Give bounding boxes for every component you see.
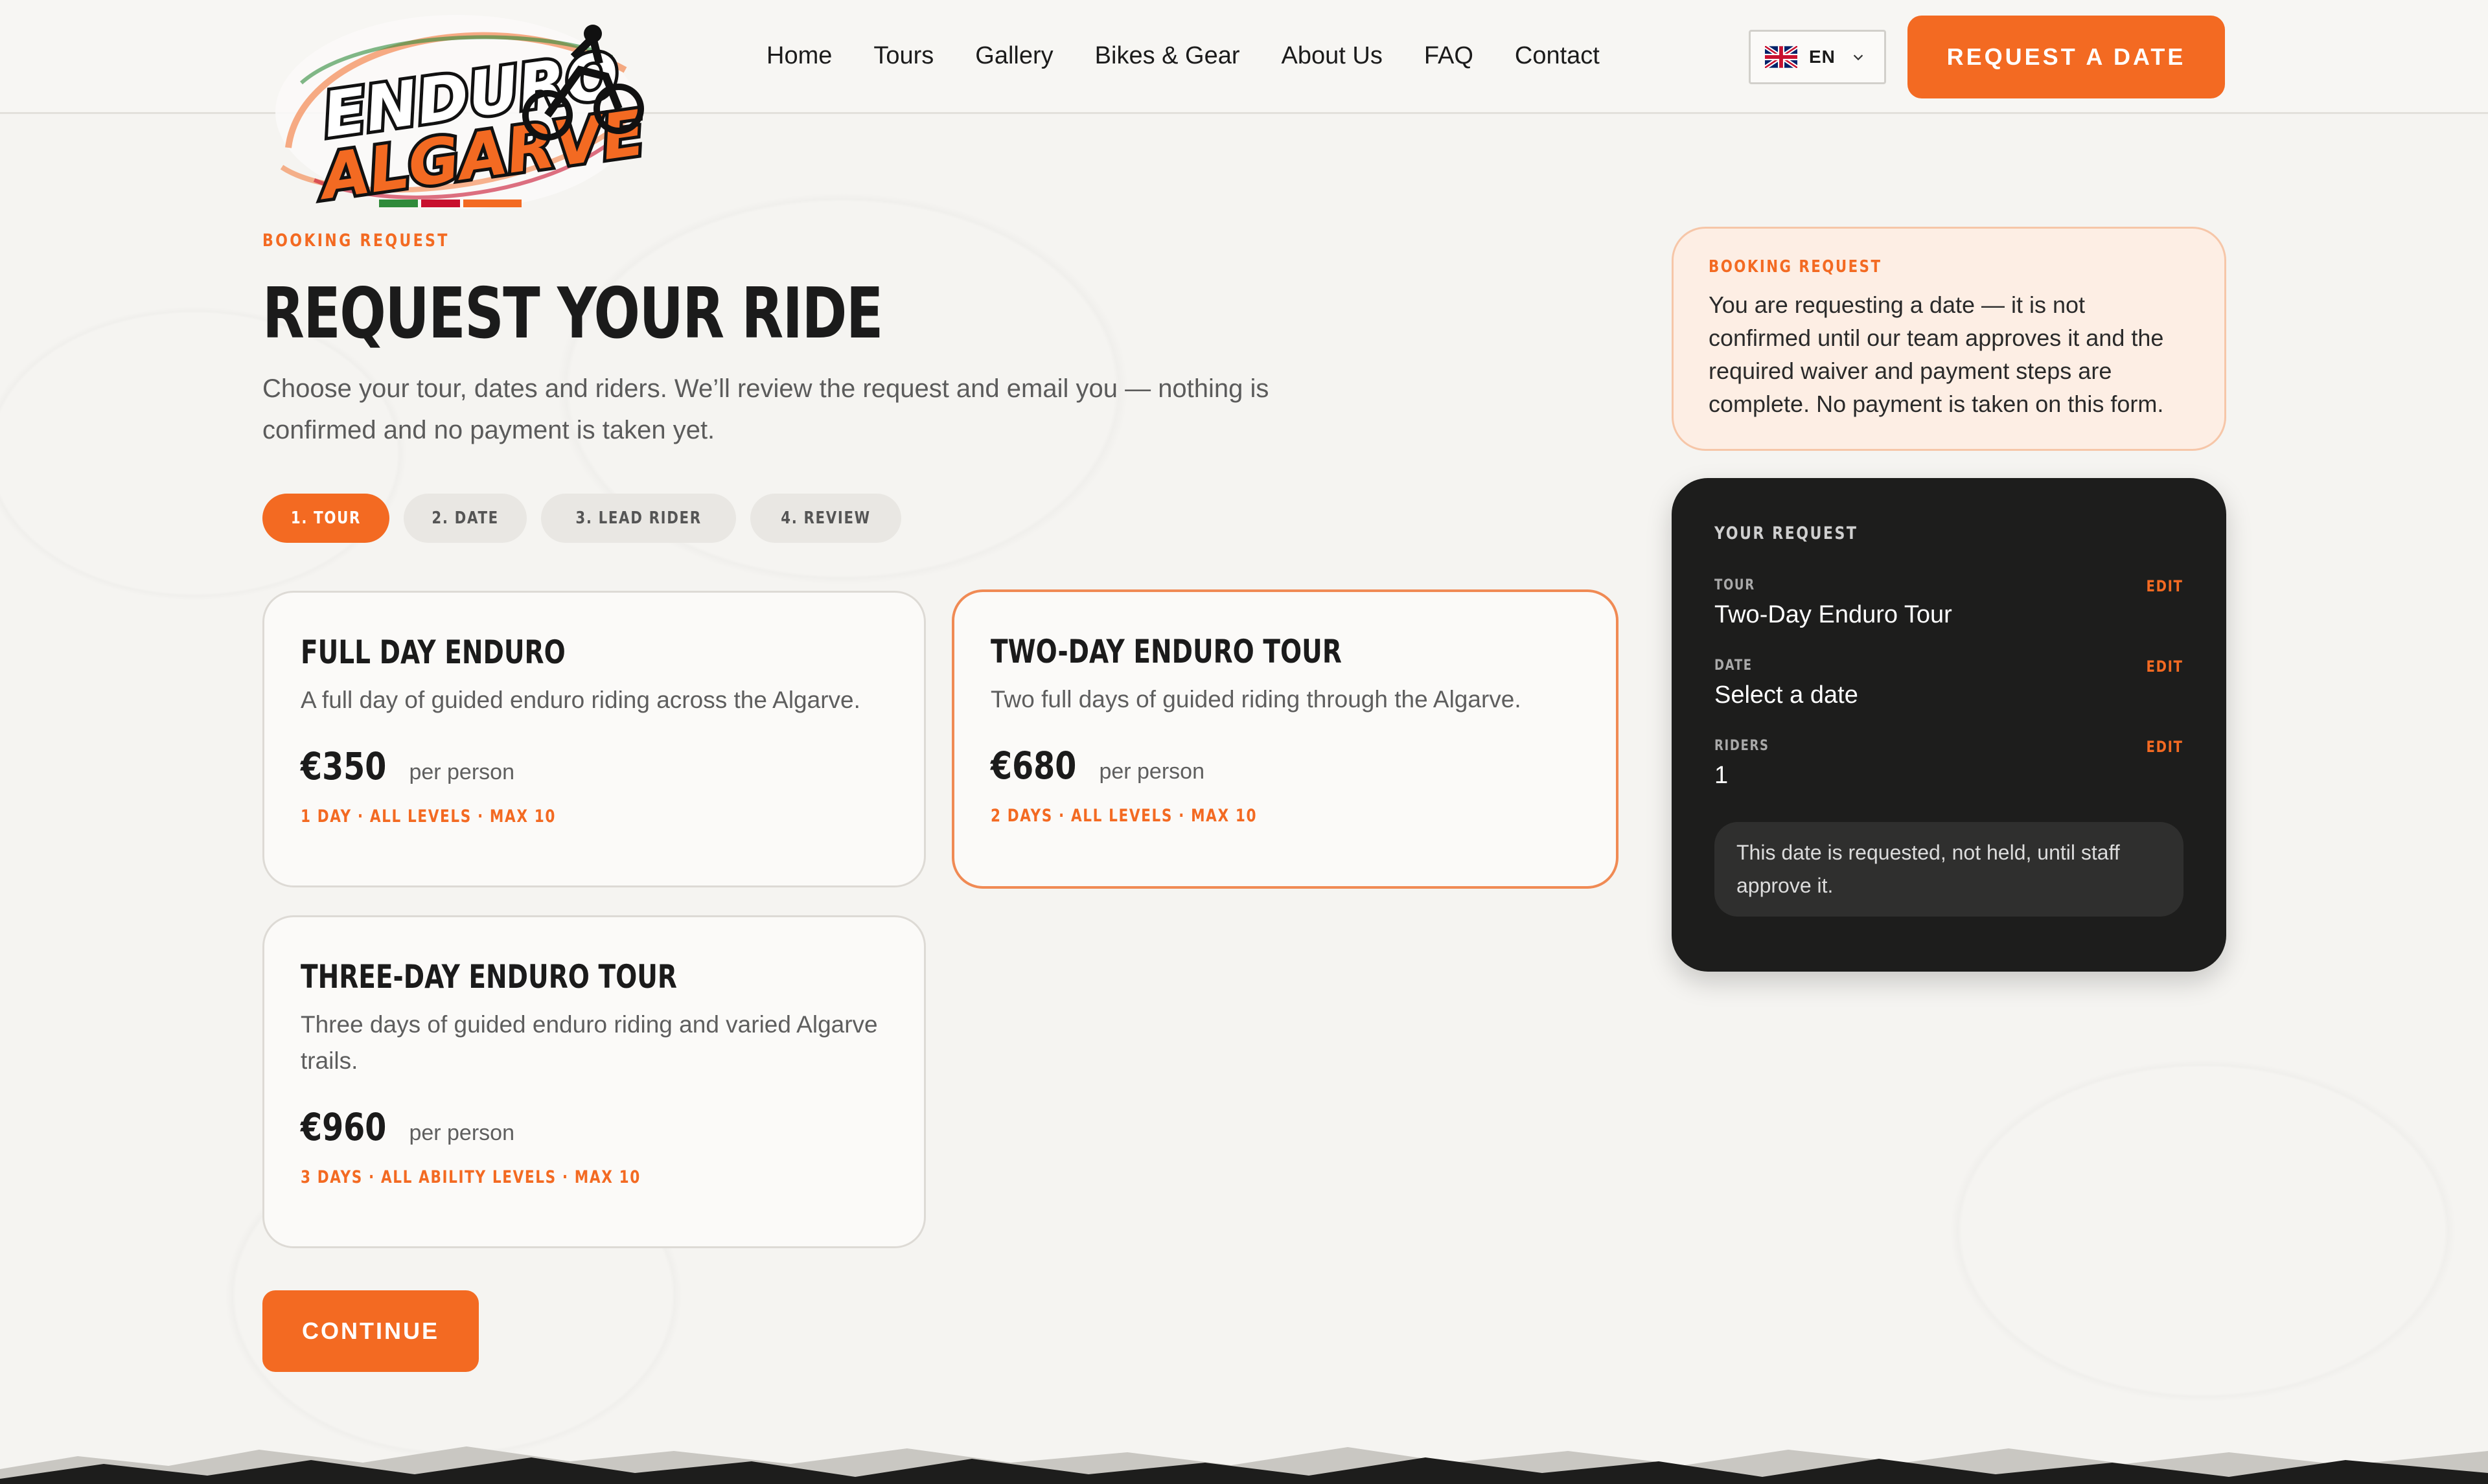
tour-card-three-day[interactable]: THREE-DAY ENDURO TOUR Three days of guid… xyxy=(262,915,926,1248)
step-tabs: 1. TOUR 2. DATE 3. LEAD RIDER 4. REVIEW xyxy=(262,494,902,543)
nav-about-us[interactable]: About Us xyxy=(1282,39,1383,73)
continue-button[interactable]: CONTINUE xyxy=(262,1290,479,1372)
tour-meta: 2 DAYS · ALL LEVELS · MAX 10 xyxy=(991,806,1258,826)
nav-bikes-gear[interactable]: Bikes & Gear xyxy=(1095,39,1240,73)
tour-description: Two full days of guided riding through t… xyxy=(991,686,1521,713)
page-title: REQUEST YOUR RIDE xyxy=(262,273,883,354)
chevron-down-icon xyxy=(1853,54,1863,61)
step-review[interactable]: 4. REVIEW xyxy=(750,494,902,543)
request-a-date-button[interactable]: REQUEST A DATE xyxy=(1907,16,2225,98)
step-tour[interactable]: 1. TOUR xyxy=(262,494,389,543)
nav-gallery[interactable]: Gallery xyxy=(975,39,1053,73)
enduro-algarve-logo[interactable]: ENDURO ALGARVE xyxy=(262,5,645,219)
tour-card-two-day[interactable]: TWO-DAY ENDURO TOUR Two full days of gui… xyxy=(952,589,1618,889)
nav-contact[interactable]: Contact xyxy=(1515,39,1600,73)
summary-note: This date is requested, not held, until … xyxy=(1714,822,2183,917)
uk-flag-icon xyxy=(1765,46,1797,68)
summary-row-date: DATE Select a date EDIT xyxy=(1714,657,2183,709)
price-row: €680 per person xyxy=(991,744,1580,788)
tour-description: Three days of guided enduro riding and v… xyxy=(301,1011,878,1074)
summary-value: Select a date xyxy=(1714,681,1858,709)
edit-tour-button[interactable]: EDIT xyxy=(2147,577,2183,595)
price-unit: per person xyxy=(409,760,514,784)
summary-row-riders: RIDERS 1 EDIT xyxy=(1714,738,2183,790)
tour-description: A full day of guided enduro riding acros… xyxy=(301,687,860,713)
booking-eyebrow: BOOKING REQUEST xyxy=(262,231,450,251)
language-selector[interactable]: EN xyxy=(1749,30,1886,84)
summary-label: RIDERS xyxy=(1714,738,1769,754)
edit-date-button[interactable]: EDIT xyxy=(2147,657,2183,676)
price-row: €350 per person xyxy=(301,744,888,788)
notice-eyebrow: BOOKING REQUEST xyxy=(1709,257,1882,277)
step-date[interactable]: 2. DATE xyxy=(404,494,527,543)
summary-label: TOUR xyxy=(1714,577,1755,593)
tour-title: FULL DAY ENDURO xyxy=(301,634,566,671)
booking-notice: BOOKING REQUEST You are requesting a dat… xyxy=(1672,227,2226,451)
tour-meta: 3 DAYS · ALL ABILITY LEVELS · MAX 10 xyxy=(301,1167,641,1187)
nav-faq[interactable]: FAQ xyxy=(1424,39,1473,73)
language-code: EN xyxy=(1809,47,1836,67)
price-row: €960 per person xyxy=(301,1105,888,1149)
tour-title: THREE-DAY ENDURO TOUR xyxy=(301,958,677,996)
summary-eyebrow: YOUR REQUEST xyxy=(1714,523,1858,543)
summary-row-tour: TOUR Two-Day Enduro Tour EDIT xyxy=(1714,577,2183,629)
summary-value: Two-Day Enduro Tour xyxy=(1714,601,1952,628)
intro-text: Choose your tour, dates and riders. We’l… xyxy=(262,374,1269,444)
summary-label: DATE xyxy=(1714,657,1753,674)
nav-tours[interactable]: Tours xyxy=(873,39,934,73)
tour-price: €960 xyxy=(301,1105,387,1149)
tour-title: TWO-DAY ENDURO TOUR xyxy=(991,633,1342,670)
nav-home[interactable]: Home xyxy=(766,39,832,73)
main-nav: Home Tours Gallery Bikes & Gear About Us… xyxy=(766,39,1641,73)
tour-card-full-day[interactable]: FULL DAY ENDURO A full day of guided end… xyxy=(262,591,926,887)
tour-price: €350 xyxy=(301,744,387,788)
request-summary: YOUR REQUEST TOUR Two-Day Enduro Tour ED… xyxy=(1672,478,2226,972)
footer-mountains xyxy=(0,1446,2488,1484)
summary-value: 1 xyxy=(1714,762,1729,789)
price-unit: per person xyxy=(409,1121,514,1145)
notice-text: You are requesting a date — it is not co… xyxy=(1709,291,2164,417)
tour-meta: 1 DAY · ALL LEVELS · MAX 10 xyxy=(301,806,556,827)
edit-riders-button[interactable]: EDIT xyxy=(2147,738,2183,756)
price-unit: per person xyxy=(1099,759,1204,784)
step-lead-rider[interactable]: 3. LEAD RIDER xyxy=(541,494,737,543)
tour-price: €680 xyxy=(991,744,1077,788)
